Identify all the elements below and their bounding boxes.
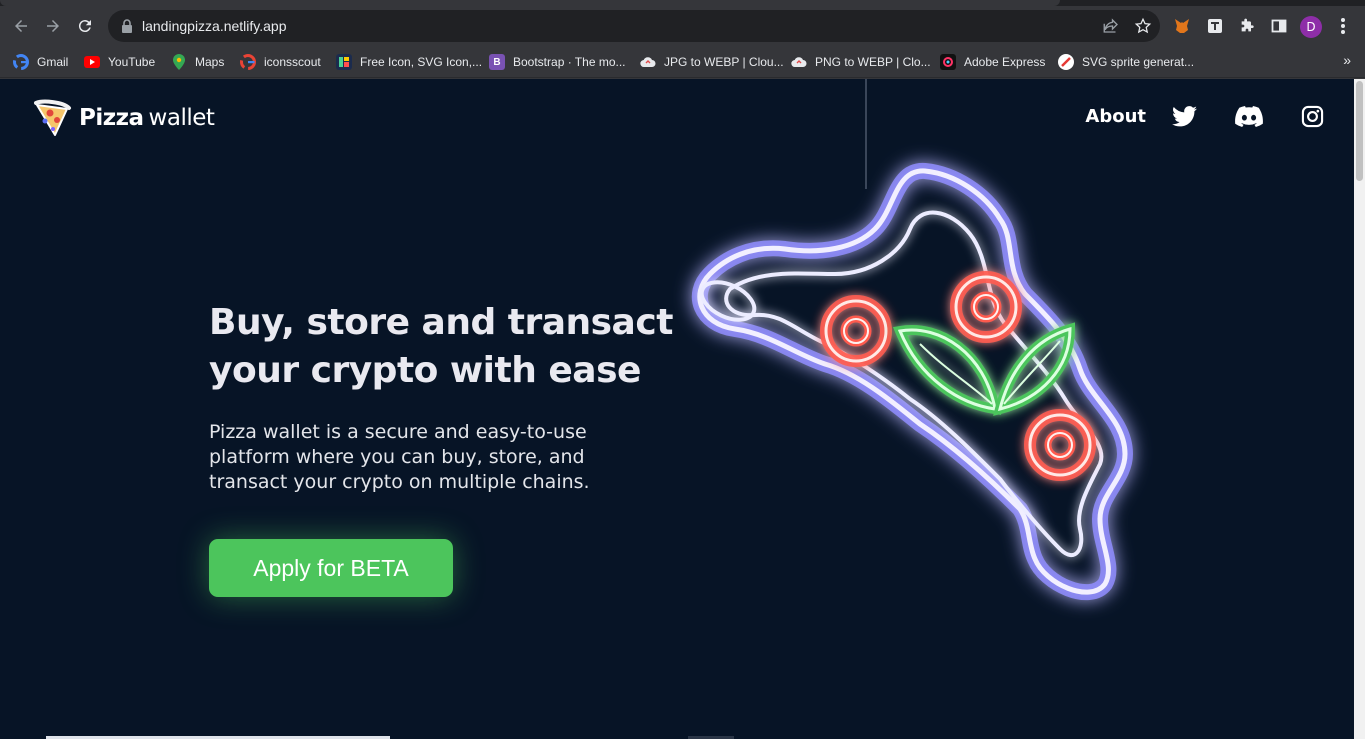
extension-t-icon[interactable] <box>1206 17 1224 35</box>
bookmark-flaticon[interactable]: Free Icon, SVG Icon,... <box>336 53 482 71</box>
bookmark-star-icon[interactable] <box>1134 17 1152 35</box>
nav-about-link[interactable]: About <box>1085 106 1146 127</box>
bookmarks-overflow-icon[interactable]: » <box>1343 52 1351 68</box>
address-bar[interactable]: landingpizza.netlify.app <box>108 10 1160 42</box>
bookmark-bootstrap[interactable]: B Bootstrap · The mo... <box>489 53 626 71</box>
page-viewport: Pizza wallet About Buy, store and transa… <box>0 79 1354 739</box>
logo-text-light: wallet <box>148 105 215 131</box>
hero-title: Buy, store and transact your crypto with… <box>209 302 673 391</box>
bookmarks-bar: Gmail YouTube Maps iconsscout Free Icon,… <box>0 46 1365 78</box>
logo-text-bold: Pizza <box>79 105 144 131</box>
menu-kebab-icon[interactable] <box>1334 17 1352 35</box>
arrow-right-icon <box>47 20 59 32</box>
flaticon-icon <box>336 54 352 70</box>
lock-icon <box>122 19 132 33</box>
discord-icon[interactable] <box>1235 106 1263 127</box>
pizza-logo-icon <box>34 99 71 136</box>
scrollbar-thumb[interactable] <box>1356 81 1363 181</box>
url-text: landingpizza.netlify.app <box>142 18 287 34</box>
bookmark-svg-sprite[interactable]: SVG sprite generat... <box>1058 53 1194 71</box>
bookmark-youtube[interactable]: YouTube <box>84 53 155 71</box>
forward-button[interactable] <box>40 13 66 39</box>
arrow-left-icon <box>15 20 27 32</box>
neon-pizza-illustration <box>691 79 1133 601</box>
cloudconvert-icon <box>791 54 807 70</box>
bookmark-iconsscout[interactable]: iconsscout <box>240 53 321 71</box>
bookmark-maps[interactable]: Maps <box>171 53 224 71</box>
page-scrollbar[interactable] <box>1354 79 1365 739</box>
adobe-express-icon <box>940 54 956 70</box>
bootstrap-icon: B <box>489 54 505 70</box>
bookmark-png-to-webp[interactable]: PNG to WEBP | Clo... <box>791 53 931 71</box>
youtube-icon <box>84 54 100 70</box>
bookmark-gmail[interactable]: Gmail <box>13 53 68 71</box>
side-panel-icon[interactable] <box>1270 17 1288 35</box>
top-nav: About <box>1085 105 1324 128</box>
twitter-icon[interactable] <box>1172 106 1197 127</box>
cloudconvert-icon <box>640 54 656 70</box>
reload-button[interactable] <box>72 13 98 39</box>
extensions-puzzle-icon[interactable] <box>1238 17 1256 35</box>
metamask-extension-icon[interactable] <box>1173 17 1191 35</box>
site-logo[interactable]: Pizza wallet <box>33 99 215 137</box>
reload-icon <box>78 20 91 33</box>
bookmark-jpg-to-webp[interactable]: JPG to WEBP | Clou... <box>640 53 784 71</box>
hero-description: Pizza wallet is a secure and easy-to-use… <box>209 421 590 493</box>
google-icon <box>240 54 256 70</box>
instagram-icon[interactable] <box>1301 105 1324 128</box>
svg-sprite-icon <box>1058 54 1074 70</box>
browser-toolbar: landingpizza.netlify.app D <box>0 6 1365 46</box>
maps-icon <box>171 54 187 70</box>
google-icon <box>13 54 29 70</box>
back-button[interactable] <box>8 13 34 39</box>
bookmark-adobe-express[interactable]: Adobe Express <box>940 53 1045 71</box>
apply-beta-button[interactable]: Apply for BETA <box>209 539 453 597</box>
profile-avatar[interactable]: D <box>1300 16 1322 38</box>
share-icon[interactable] <box>1102 17 1120 35</box>
